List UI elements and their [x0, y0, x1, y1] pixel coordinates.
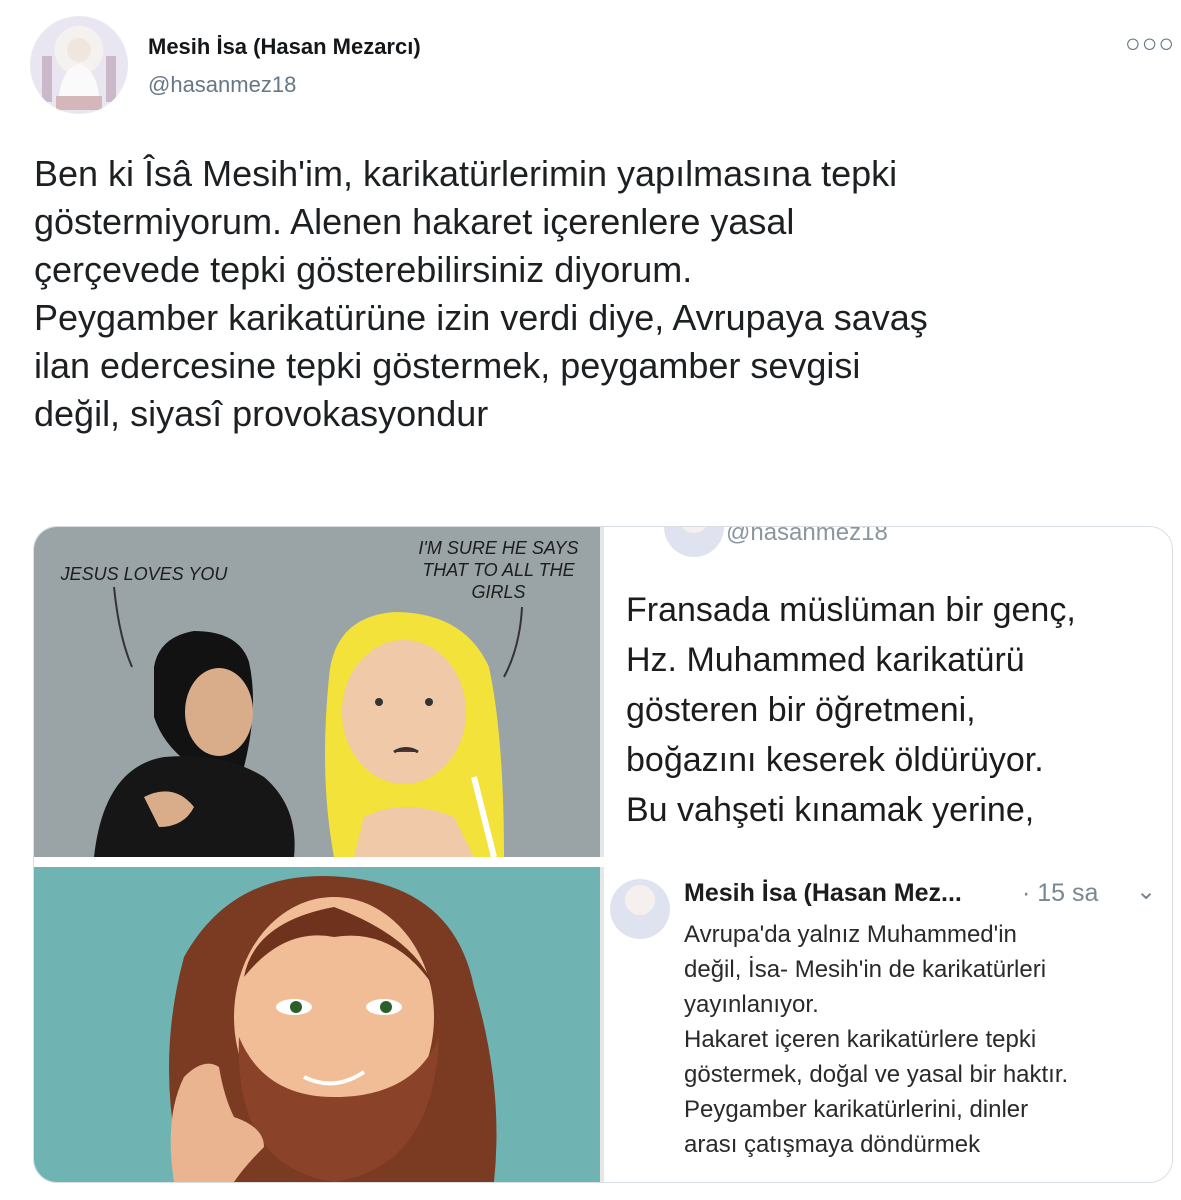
author-name[interactable]: Mesih İsa (Hasan Mezarcı)	[148, 34, 421, 60]
embedded-avatar	[610, 879, 670, 939]
embedded-screenshot-bottom: Mesih İsa (Hasan Mez... · 15 sa ⌄ Avrupa…	[600, 867, 1172, 1182]
embedded-text-line: gösteren bir öğretmeni,	[626, 691, 976, 729]
avatar-image	[42, 38, 116, 110]
embedded-avatar	[664, 527, 724, 557]
tweet-text-line: Peygamber karikatürüne izin verdi diye, …	[34, 297, 928, 338]
tweet-media[interactable]: JESUS LOVES YOU I'M SURE HE SAYS THAT TO…	[33, 526, 1173, 1183]
embedded-text-line: Hakaret içeren karikatürlere tepki	[684, 1026, 1037, 1053]
embedded-author-name: Mesih İsa (Hasan Mez...	[684, 879, 962, 907]
comic-panel-top: JESUS LOVES YOU I'M SURE HE SAYS THAT TO…	[34, 527, 600, 857]
comic-illustration-bottom	[169, 876, 497, 1182]
embedded-text-line: değil, İsa- Mesih'in de karikatürleri	[684, 956, 1047, 983]
comic-bubble-right-line: THAT TO ALL THE	[422, 560, 575, 580]
embedded-screenshot-top: @hasanmez18 Fransada müslüman bir genç, …	[600, 526, 1172, 857]
embedded-time: · 15 sa	[1022, 879, 1099, 907]
embedded-text-line: yayınlanıyor.	[684, 991, 819, 1018]
tweet-text-line: ilan edercesine tepki göstermek, peygamb…	[34, 345, 861, 386]
avatar[interactable]	[30, 16, 128, 114]
comic-divider	[34, 857, 600, 867]
embedded-text-line: boğazını keserek öldürüyor.	[626, 741, 1044, 779]
embedded-text-line: Fransada müslüman bir genç,	[626, 591, 1076, 629]
tweet-text-line: değil, siyasî provokasyondur	[34, 393, 489, 434]
embedded-text-line: Peygamber karikatürlerini, dinler	[684, 1096, 1029, 1123]
tweet-text-line: çerçevede tepki gösterebilirsiniz diyoru…	[34, 249, 693, 290]
comic-bubble-right: I'M SURE HE SAYS THAT TO ALL THE GIRLS	[396, 537, 600, 603]
embedded-text-line: Avrupa'da yalnız Muhammed'in	[684, 921, 1017, 948]
comic-bubble-right-line: I'M SURE HE SAYS	[418, 538, 579, 558]
more-icon[interactable]: ○○○	[1125, 28, 1175, 59]
tweet-text: Ben ki Îsâ Mesih'im, karikatürlerimin ya…	[34, 150, 1159, 438]
author-handle[interactable]: @hasanmez18	[148, 72, 296, 98]
embedded-text-line: Hz. Muhammed karikatürü	[626, 641, 1025, 679]
embedded-text: Avrupa'da yalnız Muhammed'in değil, İsa-…	[684, 917, 1068, 1162]
embedded-text-line: arası çatışmaya döndürmek	[684, 1131, 981, 1158]
embedded-text: Fransada müslüman bir genç, Hz. Muhammed…	[626, 585, 1076, 835]
embedded-text-line: Bu vahşeti kınamak yerine,	[626, 791, 1035, 829]
comic-bubble-right-line: GIRLS	[471, 582, 526, 602]
comic-bubble-left: JESUS LOVES YOU	[60, 564, 228, 584]
embedded-text-line: göstermek, doğal ve yasal bir haktır.	[684, 1061, 1069, 1088]
comic-panel-bottom	[34, 867, 600, 1182]
tweet-text-line: Ben ki Îsâ Mesih'im, karikatürlerimin ya…	[34, 153, 898, 194]
embedded-handle: @hasanmez18	[726, 526, 888, 546]
chevron-down-icon: ⌄	[1136, 878, 1157, 905]
tweet-text-line: göstermiyorum. Alenen hakaret içerenlere…	[34, 201, 795, 242]
